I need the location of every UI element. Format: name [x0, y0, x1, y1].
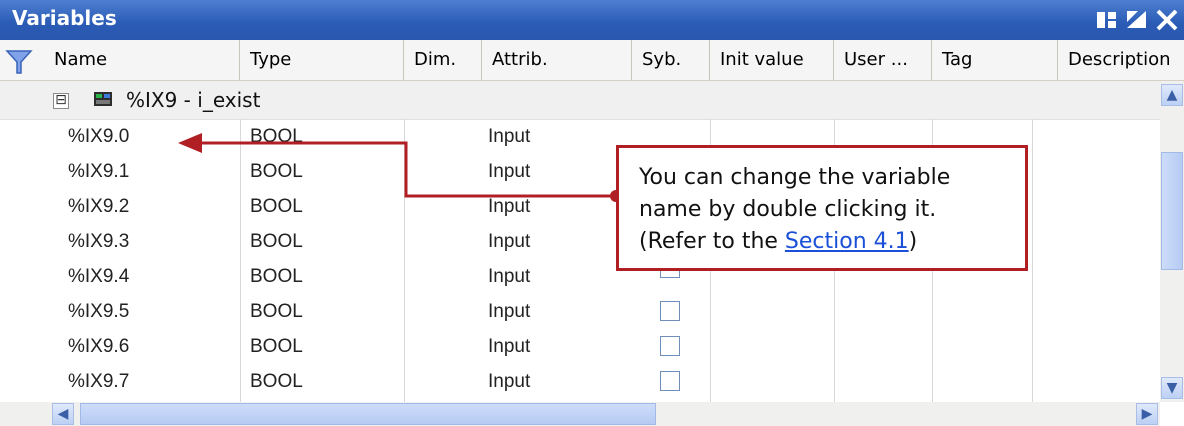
variables-window: Variables Name Type Dim. Attrib. Syb. In… [0, 0, 1184, 426]
section-link[interactable]: Section 4.1 [785, 229, 909, 254]
callout-line-1: You can change the variable [639, 165, 951, 190]
callout-line-2: name by double clicking it. [639, 197, 937, 222]
callout-line-3: (Refer to the Section 4.1) [639, 226, 1019, 258]
annotation-callout: You can change the variable name by doub… [616, 145, 1028, 271]
callout-prefix: (Refer to the [639, 229, 785, 254]
callout-suffix: ) [908, 229, 918, 254]
callout-text: You can change the variable name by doub… [639, 162, 1019, 258]
